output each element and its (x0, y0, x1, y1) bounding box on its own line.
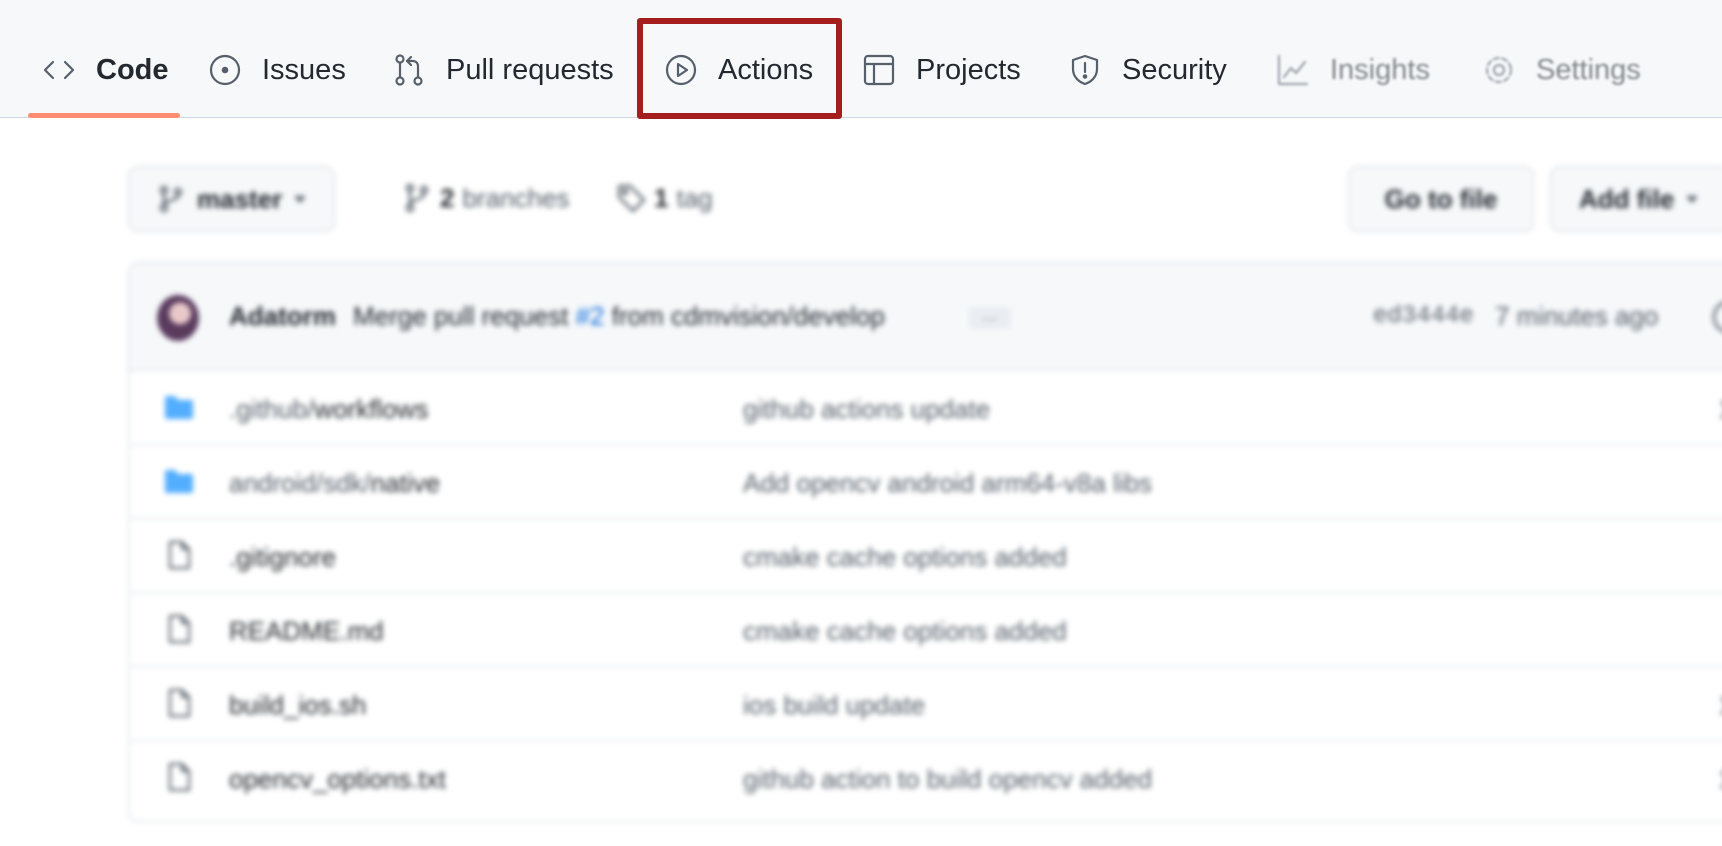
latest-commit-bar: Adatorm Merge pull request #2 from cdmvi… (129, 263, 1722, 371)
code-icon (42, 53, 76, 87)
tab-label: Code (96, 53, 169, 86)
file-path-prefix: .github/ (229, 394, 315, 424)
commit-message-prefix: Merge pull request (353, 301, 569, 331)
chevron-down-icon (294, 195, 307, 203)
file-row[interactable]: .gitignore cmake cache options added (129, 519, 1722, 593)
commit-author[interactable]: Adatorm (229, 301, 336, 332)
gear-icon (1482, 53, 1516, 87)
file-icon (163, 539, 195, 571)
tab-label: Settings (1536, 53, 1641, 86)
file-name: opencv_options.txt (229, 764, 446, 794)
file-name: workflows (314, 394, 429, 424)
file-name-link[interactable]: README.md (229, 616, 384, 647)
file-path-prefix: android/sdk/ (229, 468, 371, 498)
table-icon (862, 53, 896, 87)
branches-link[interactable]: 2 branches (402, 170, 569, 226)
git-branch-icon (159, 185, 183, 213)
repo-tab-nav: Code Issues Pull requests Actions Projec… (0, 0, 1722, 119)
file-name-link[interactable]: .github/workflows (229, 394, 428, 425)
commit-pr-link[interactable]: #2 (576, 301, 605, 331)
actions-highlight-box (637, 18, 842, 119)
file-row[interactable]: build_ios.sh ios build update 10 (129, 667, 1722, 741)
git-pull-request-icon (392, 53, 426, 87)
file-name-link[interactable]: .gitignore (229, 542, 336, 573)
branch-name: master (197, 183, 283, 214)
tab-label: Issues (262, 53, 346, 86)
tags-link[interactable]: 1 tag (616, 170, 713, 226)
file-name: native (370, 468, 441, 498)
file-name-link[interactable]: build_ios.sh (229, 690, 366, 721)
tab-code[interactable]: Code (42, 40, 169, 100)
add-file-label: Add file (1579, 183, 1675, 214)
file-name-link[interactable]: android/sdk/native (229, 468, 440, 499)
commit-time: 7 minutes ago (1495, 301, 1659, 331)
file-icon (163, 761, 195, 793)
tab-projects[interactable]: Projects (862, 40, 1021, 100)
git-branch-icon (405, 183, 429, 213)
file-icon (163, 613, 195, 645)
file-commit-message[interactable]: ios build update (743, 690, 925, 721)
history-icon[interactable] (1709, 297, 1722, 337)
file-list-box: Adatorm Merge pull request #2 from cdmvi… (128, 262, 1722, 822)
commit-message[interactable]: Merge pull request #2 from cdmvision/dev… (353, 301, 885, 332)
tag-icon (617, 184, 646, 213)
tab-security[interactable]: Security (1068, 40, 1227, 100)
file-age: 16 (1718, 764, 1722, 795)
file-name-link[interactable]: opencv_options.txt (229, 764, 446, 795)
file-commit-message[interactable]: cmake cache options added (743, 542, 1067, 573)
issue-opened-icon (208, 53, 242, 87)
file-row[interactable]: README.md cmake cache options added (129, 593, 1722, 667)
file-commit-message[interactable]: github action to build opencv added (743, 764, 1152, 795)
tags-label: tag (676, 182, 713, 213)
file-row[interactable]: .github/workflows github actions update … (129, 371, 1722, 445)
avatar[interactable] (157, 295, 199, 341)
file-age: 13 (1718, 394, 1722, 425)
add-file-button[interactable]: Add file (1550, 166, 1722, 232)
commit-sha[interactable]: ed3444e (1373, 303, 1474, 330)
tab-pull-requests[interactable]: Pull requests (392, 40, 614, 100)
file-row[interactable]: android/sdk/native Add opencv android ar… (129, 445, 1722, 519)
file-age: 10 (1718, 690, 1722, 721)
tab-label: Projects (916, 53, 1021, 86)
file-commit-message[interactable]: Add opencv android arm64-v8a libs (743, 468, 1152, 499)
commit-expand-button[interactable]: … (969, 307, 1011, 329)
folder-icon (163, 465, 195, 497)
tab-label: Insights (1330, 53, 1430, 86)
tab-settings[interactable]: Settings (1482, 40, 1641, 100)
branches-label: branches (462, 182, 570, 213)
file-commit-message[interactable]: github actions update (743, 394, 990, 425)
branch-select-button[interactable]: master (128, 166, 336, 232)
folder-icon (163, 391, 195, 423)
tags-count: 1 (654, 182, 669, 213)
file-name: build_ios.sh (229, 690, 367, 720)
branches-count: 2 (440, 182, 455, 213)
tab-label: Security (1122, 53, 1227, 86)
file-icon (163, 687, 195, 719)
tab-insights[interactable]: Insights (1276, 40, 1430, 100)
go-to-file-label: Go to file (1384, 183, 1498, 214)
commit-message-suffix: from cdmvision/develop (611, 301, 885, 331)
file-commit-message[interactable]: cmake cache options added (743, 616, 1067, 647)
graph-icon (1276, 53, 1310, 87)
chevron-down-icon (1686, 195, 1699, 203)
shield-icon (1068, 53, 1102, 87)
go-to-file-button[interactable]: Go to file (1348, 166, 1534, 232)
tab-issues[interactable]: Issues (208, 40, 346, 100)
file-name: .gitignore (229, 542, 336, 572)
file-row[interactable]: opencv_options.txt github action to buil… (129, 741, 1722, 815)
selected-tab-underline (28, 113, 180, 118)
tab-label: Pull requests (446, 53, 614, 86)
file-name: README.md (229, 616, 384, 646)
